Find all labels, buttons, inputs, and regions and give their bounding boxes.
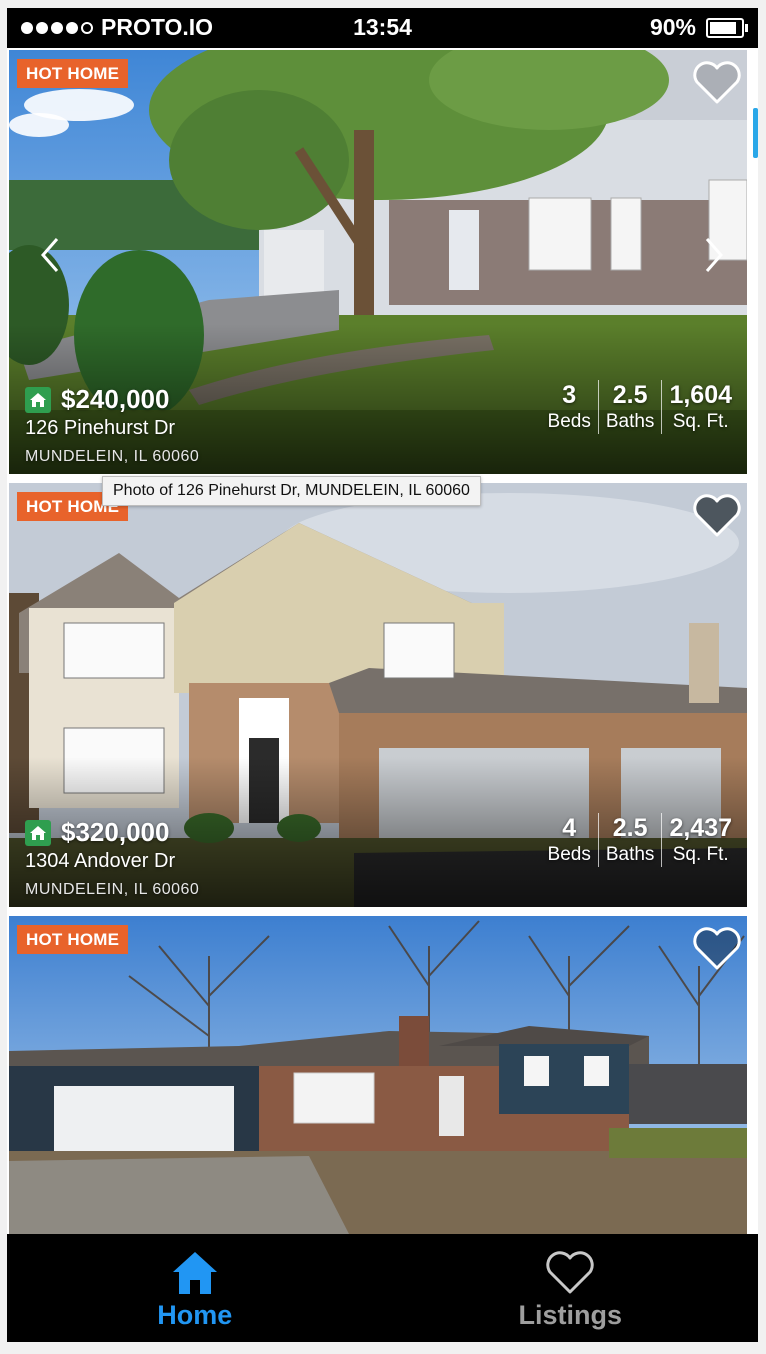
tab-listings[interactable]: Listings — [383, 1234, 759, 1342]
beds-stat: 4 Beds — [541, 813, 598, 867]
battery-percent: 90% — [649, 14, 696, 40]
scroll-indicator[interactable] — [753, 108, 758, 158]
listing-city: MUNDELEIN, IL 60060 — [25, 448, 200, 465]
beds-stat: 3 Beds — [541, 380, 598, 434]
beds-label: Beds — [547, 411, 591, 432]
listing-stats: 3 Beds 2.5 Baths 1,604 Sq. Ft. — [541, 380, 739, 434]
listing-price: $320,000 — [61, 817, 170, 847]
home-type-icon — [25, 819, 51, 846]
favorite-heart-icon[interactable] — [691, 60, 743, 106]
battery-indicator: 90% — [649, 14, 748, 41]
listing-card[interactable]: HOT HOME $240,000 126 Pinehurst Dr MUNDE… — [9, 50, 747, 474]
baths-label: Baths — [605, 844, 655, 865]
listing-card[interactable]: HOT HOME — [9, 916, 747, 1234]
price-row: $320,000 — [25, 817, 169, 848]
listing-street: 1304 Andover Dr — [25, 850, 176, 872]
baths-label: Baths — [605, 411, 655, 432]
favorite-heart-icon[interactable] — [691, 493, 743, 539]
previous-photo-arrow-icon[interactable] — [37, 235, 65, 275]
status-time: 13:54 — [353, 14, 412, 40]
photo-tooltip: Photo of 126 Pinehurst Dr, MUNDELEIN, IL… — [102, 476, 481, 506]
hot-home-badge: HOT HOME — [17, 59, 129, 88]
tab-bar: Home Listings — [7, 1234, 758, 1342]
baths-stat: 2.5 Baths — [597, 813, 662, 867]
status-bar: PROTO.IO 13:54 90% — [7, 8, 758, 48]
favorite-heart-icon[interactable] — [691, 926, 743, 972]
tab-listings-label: Listings — [518, 1300, 622, 1330]
baths-stat: 2.5 Baths — [597, 380, 662, 434]
listing-city: MUNDELEIN, IL 60060 — [25, 881, 200, 898]
tab-home-label: Home — [157, 1300, 233, 1330]
sqft-value: 1,604 — [669, 381, 732, 409]
baths-value: 2.5 — [612, 381, 648, 409]
listing-price: $240,000 — [61, 384, 170, 414]
heart-icon — [546, 1251, 594, 1294]
sqft-value: 2,437 — [669, 814, 732, 842]
price-row: $240,000 — [25, 384, 169, 415]
sqft-label: Sq. Ft. — [672, 844, 729, 865]
listings-feed[interactable]: HOT HOME $240,000 126 Pinehurst Dr MUNDE… — [7, 48, 758, 1234]
sqft-stat: 1,604 Sq. Ft. — [661, 380, 739, 434]
battery-icon — [706, 17, 748, 38]
sqft-label: Sq. Ft. — [672, 411, 729, 432]
phone-screen: PROTO.IO 13:54 90% HOT HOME $240,000 126… — [7, 8, 758, 1342]
hot-home-badge: HOT HOME — [17, 925, 129, 954]
beds-label: Beds — [547, 844, 591, 865]
beds-value: 3 — [562, 381, 577, 409]
baths-value: 2.5 — [612, 814, 648, 842]
home-type-icon — [25, 386, 51, 413]
listing-stats: 4 Beds 2.5 Baths 2,437 Sq. Ft. — [541, 813, 739, 867]
listing-street: 126 Pinehurst Dr — [25, 417, 176, 439]
next-photo-arrow-icon[interactable] — [699, 235, 727, 275]
listing-card[interactable]: HOT HOME $320,000 1304 Andover Dr MUNDEL… — [9, 483, 747, 907]
home-icon — [172, 1252, 217, 1294]
listing-photo[interactable] — [9, 916, 747, 1234]
tab-home[interactable]: Home — [7, 1234, 383, 1342]
beds-value: 4 — [562, 814, 577, 842]
sqft-stat: 2,437 Sq. Ft. — [661, 813, 739, 867]
